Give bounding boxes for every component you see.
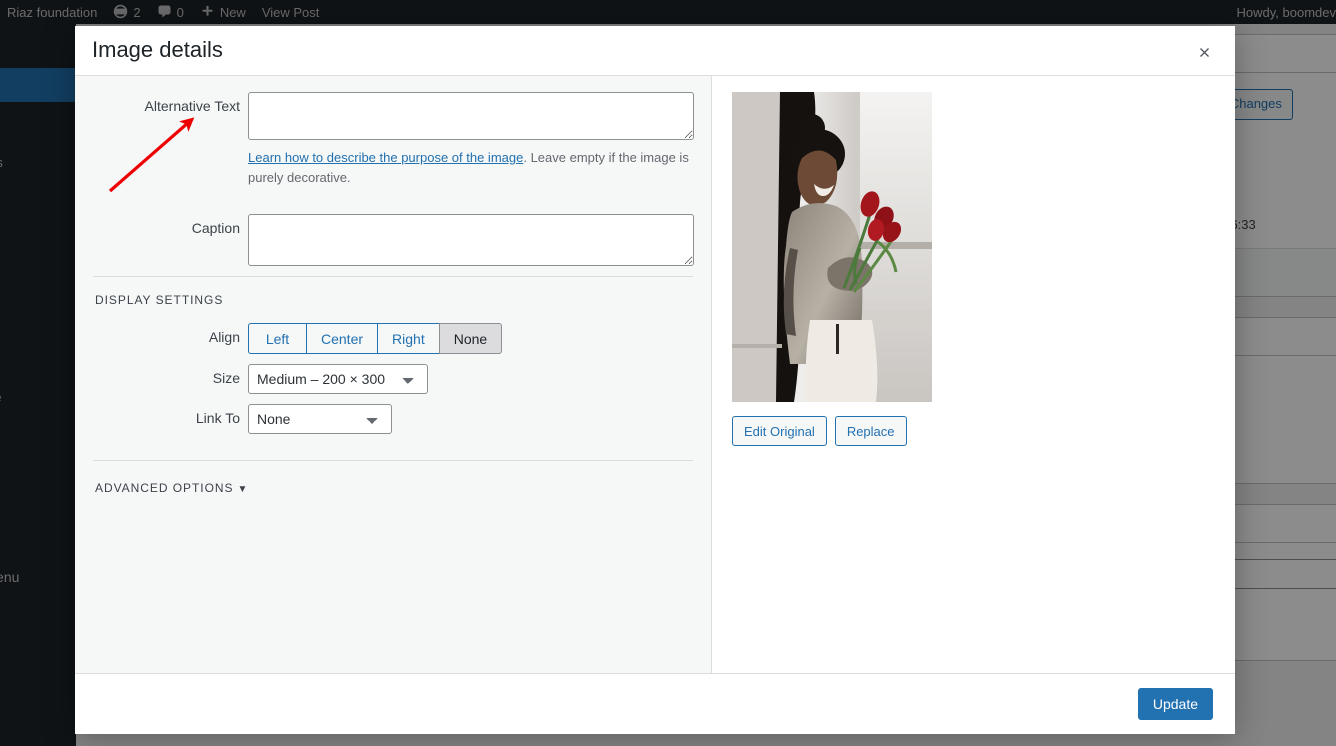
align-label: Align	[208, 329, 240, 346]
modal-title: Image details	[92, 37, 223, 63]
settings-divider	[93, 276, 693, 278]
link-to-setting: Link To None	[93, 404, 693, 435]
edit-original-button[interactable]: Edit Original	[732, 416, 827, 446]
link-to-field-wrap: None	[248, 404, 693, 435]
image-preview-pane: Edit Original Replace	[712, 76, 1235, 673]
size-label: Size	[212, 370, 240, 387]
caption-label: Caption	[191, 220, 240, 237]
caption-field-wrap	[248, 214, 694, 267]
image-details-modal: Image details Alternative Text Learn how…	[75, 26, 1235, 734]
align-setting: Align Left Center Right None	[93, 323, 693, 355]
replace-button[interactable]: Replace	[834, 416, 907, 446]
alt-text-setting: Alternative Text Learn how to describe t…	[93, 92, 694, 204]
caption-setting: Caption	[93, 214, 694, 267]
advanced-divider	[93, 460, 693, 462]
modal-footer: Update	[75, 674, 1235, 734]
align-field-wrap: Left Center Right None	[248, 323, 693, 355]
link-to-label: Link To	[195, 410, 240, 427]
display-settings-heading: DISPLAY SETTINGS	[95, 293, 224, 308]
size-field-wrap: Medium – 200 × 300	[248, 364, 693, 395]
advanced-options-label: ADVANCED OPTIONS	[95, 481, 234, 496]
image-action-buttons: Edit Original Replace	[732, 416, 1215, 446]
advanced-options-toggle[interactable]: ADVANCED OPTIONS ▼	[95, 481, 248, 495]
modal-header: Image details	[75, 26, 1235, 76]
image-thumbnail	[732, 92, 932, 402]
image-settings-pane: Alternative Text Learn how to describe t…	[75, 76, 712, 673]
size-select[interactable]: Medium – 200 × 300	[248, 364, 428, 395]
close-icon[interactable]	[1179, 34, 1229, 70]
align-center-button[interactable]: Center	[306, 323, 378, 355]
caption-input[interactable]	[248, 214, 694, 267]
alt-text-input[interactable]	[248, 92, 694, 140]
align-none-button[interactable]: None	[438, 323, 503, 355]
link-to-select[interactable]: None	[248, 404, 392, 435]
align-button-group: Left Center Right None	[248, 323, 503, 355]
alt-text-help-link[interactable]: Learn how to describe the purpose of the…	[248, 150, 523, 165]
alt-text-help: Learn how to describe the purpose of the…	[248, 148, 700, 188]
align-right-button[interactable]: Right	[377, 323, 439, 355]
triangle-down-icon: ▼	[237, 484, 249, 496]
alt-text-label: Alternative Text	[144, 98, 240, 114]
align-left-button[interactable]: Left	[248, 323, 306, 355]
size-setting: Size Medium – 200 × 300	[93, 364, 693, 395]
alt-text-field-wrap: Learn how to describe the purpose of the…	[248, 92, 694, 204]
modal-body: Alternative Text Learn how to describe t…	[75, 76, 1235, 674]
modal-update-button[interactable]: Update	[1137, 688, 1213, 720]
